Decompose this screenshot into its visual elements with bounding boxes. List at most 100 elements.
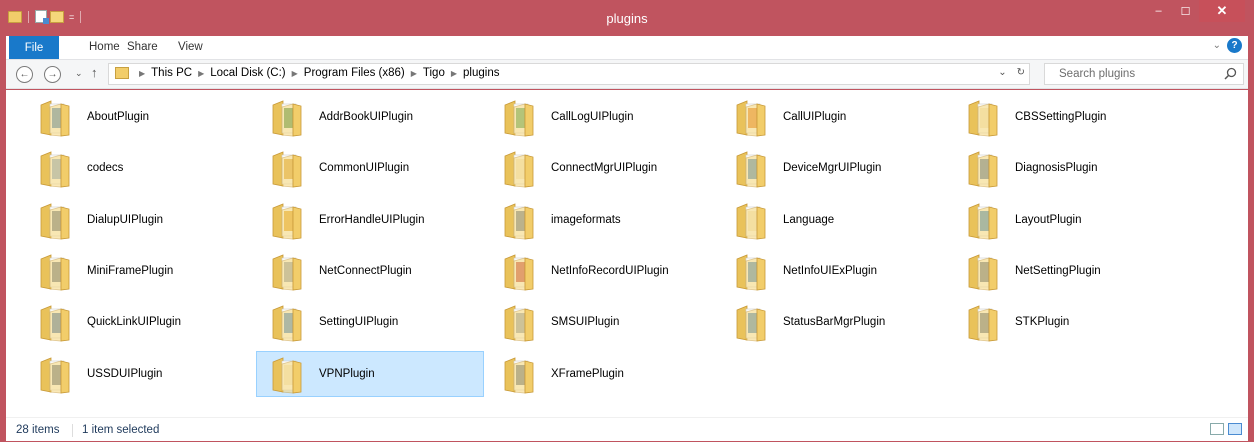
recent-locations-dropdown[interactable]: ⌄ [75, 68, 83, 79]
folder-icon [968, 151, 998, 188]
breadcrumb-program-files[interactable]: Program Files (x86) [304, 67, 405, 79]
divider [72, 424, 73, 437]
folder-icon [40, 100, 70, 137]
folder-icon [272, 357, 302, 394]
list-item[interactable]: DeviceMgrUIPlugin [720, 145, 948, 191]
folder-icon [272, 151, 302, 188]
window-controls: – ☐ ✕ [1145, 0, 1245, 22]
list-item[interactable]: STKPlugin [952, 299, 1180, 345]
item-label: NetInfoUIExPlugin [783, 265, 877, 277]
help-icon[interactable]: ? [1227, 38, 1242, 53]
folder-icon [968, 305, 998, 342]
address-history-dropdown-icon[interactable]: ⌄ [998, 67, 1006, 78]
breadcrumb-local-disk[interactable]: Local Disk (C:) [210, 67, 285, 79]
item-label: Language [783, 214, 835, 226]
details-view-icon[interactable] [1210, 423, 1224, 435]
list-item[interactable]: USSDUIPlugin [24, 351, 252, 397]
folder-icon [968, 100, 998, 137]
list-item[interactable]: Language [720, 197, 948, 243]
chevron-right-icon[interactable]: ▶ [198, 69, 204, 78]
breadcrumb-this-pc[interactable]: This PC [151, 67, 192, 79]
item-label: SMSUIPlugin [551, 316, 620, 328]
item-label: DeviceMgrUIPlugin [783, 162, 882, 174]
item-label: CallLogUIPlugin [551, 111, 634, 123]
folder-icon [504, 151, 534, 188]
item-label: imageformats [551, 214, 621, 226]
list-item[interactable]: NetSettingPlugin [952, 248, 1180, 294]
list-item[interactable]: LayoutPlugin [952, 197, 1180, 243]
maximize-button[interactable]: ☐ [1172, 0, 1199, 22]
list-item[interactable]: VPNPlugin [256, 351, 484, 397]
item-label: MiniFramePlugin [87, 265, 174, 277]
list-item[interactable]: CommonUIPlugin [256, 145, 484, 191]
list-item[interactable]: imageformats [488, 197, 716, 243]
list-item[interactable]: CallUIPlugin [720, 94, 948, 140]
breadcrumb-tigo[interactable]: Tigo [423, 67, 445, 79]
folder-icon [272, 100, 302, 137]
folder-icon [504, 305, 534, 342]
list-item[interactable]: StatusBarMgrPlugin [720, 299, 948, 345]
list-item[interactable]: ConnectMgrUIPlugin [488, 145, 716, 191]
refresh-icon[interactable]: ↻ [1017, 67, 1025, 78]
list-item[interactable]: AboutPlugin [24, 94, 252, 140]
item-label: CommonUIPlugin [319, 162, 410, 174]
item-label: CBSSettingPlugin [1015, 111, 1107, 123]
list-item[interactable]: QuickLinkUIPlugin [24, 299, 252, 345]
address-bar[interactable]: ▶ This PC ▶ Local Disk (C:) ▶ Program Fi… [108, 63, 1030, 85]
list-item[interactable]: SettingUIPlugin [256, 299, 484, 345]
chevron-right-icon[interactable]: ▶ [139, 69, 145, 78]
item-label: SettingUIPlugin [319, 316, 399, 328]
search-input[interactable]: Search plugins [1044, 63, 1244, 85]
breadcrumb-plugins[interactable]: plugins [463, 67, 499, 79]
minimize-button[interactable]: – [1145, 0, 1172, 22]
list-item[interactable]: AddrBookUIPlugin [256, 94, 484, 140]
item-label: DialupUIPlugin [87, 214, 164, 226]
chevron-right-icon[interactable]: ▶ [292, 69, 298, 78]
folder-icon [115, 67, 129, 79]
folder-icon [504, 254, 534, 291]
large-icons-view-icon[interactable] [1228, 423, 1242, 435]
folder-icon [504, 357, 534, 394]
folder-icon [272, 254, 302, 291]
close-button[interactable]: ✕ [1199, 0, 1245, 22]
navigation-bar: ← → ⌄ ↑ ▶ This PC ▶ Local Disk (C:) ▶ Pr… [6, 59, 1248, 89]
folder-icon [736, 151, 766, 188]
ribbon-right-controls: ⌄ ? [1213, 38, 1242, 53]
item-label: ConnectMgrUIPlugin [551, 162, 658, 174]
folder-icon [736, 100, 766, 137]
file-list[interactable]: AboutPlugin AddrBookUIPlugin CallLogUIPlug… [6, 90, 1248, 417]
list-item[interactable]: DialupUIPlugin [24, 197, 252, 243]
list-item[interactable]: NetInfoRecordUIPlugin [488, 248, 716, 294]
search-icon[interactable] [1224, 67, 1237, 80]
forward-button[interactable]: → [44, 66, 61, 83]
tab-share[interactable]: Share [127, 41, 158, 53]
tab-view[interactable]: View [178, 41, 203, 53]
folder-icon [272, 305, 302, 342]
list-item[interactable]: SMSUIPlugin [488, 299, 716, 345]
list-item[interactable]: ErrorHandleUIPlugin [256, 197, 484, 243]
expand-ribbon-icon[interactable]: ⌄ [1213, 40, 1221, 51]
chevron-right-icon[interactable]: ▶ [451, 69, 457, 78]
list-item[interactable]: CBSSettingPlugin [952, 94, 1180, 140]
list-item[interactable]: CallLogUIPlugin [488, 94, 716, 140]
list-item[interactable]: NetInfoUIExPlugin [720, 248, 948, 294]
selection-count: 1 item selected [82, 424, 160, 436]
list-item[interactable]: MiniFramePlugin [24, 248, 252, 294]
folder-icon [504, 100, 534, 137]
tab-home[interactable]: Home [89, 41, 120, 53]
back-button[interactable]: ← [16, 66, 33, 83]
window-title: plugins [606, 11, 648, 26]
folder-icon [736, 305, 766, 342]
item-count: 28 items [16, 424, 60, 436]
folder-icon [736, 203, 766, 240]
up-button[interactable]: ↑ [91, 65, 98, 80]
tab-file[interactable]: File [9, 36, 59, 59]
folder-icon [736, 254, 766, 291]
list-item[interactable]: NetConnectPlugin [256, 248, 484, 294]
list-item[interactable]: XFramePlugin [488, 351, 716, 397]
item-label: QuickLinkUIPlugin [87, 316, 181, 328]
title-bar[interactable]: = plugins – ☐ ✕ [0, 0, 1254, 36]
list-item[interactable]: DiagnosisPlugin [952, 145, 1180, 191]
list-item[interactable]: codecs [24, 145, 252, 191]
chevron-right-icon[interactable]: ▶ [411, 69, 417, 78]
